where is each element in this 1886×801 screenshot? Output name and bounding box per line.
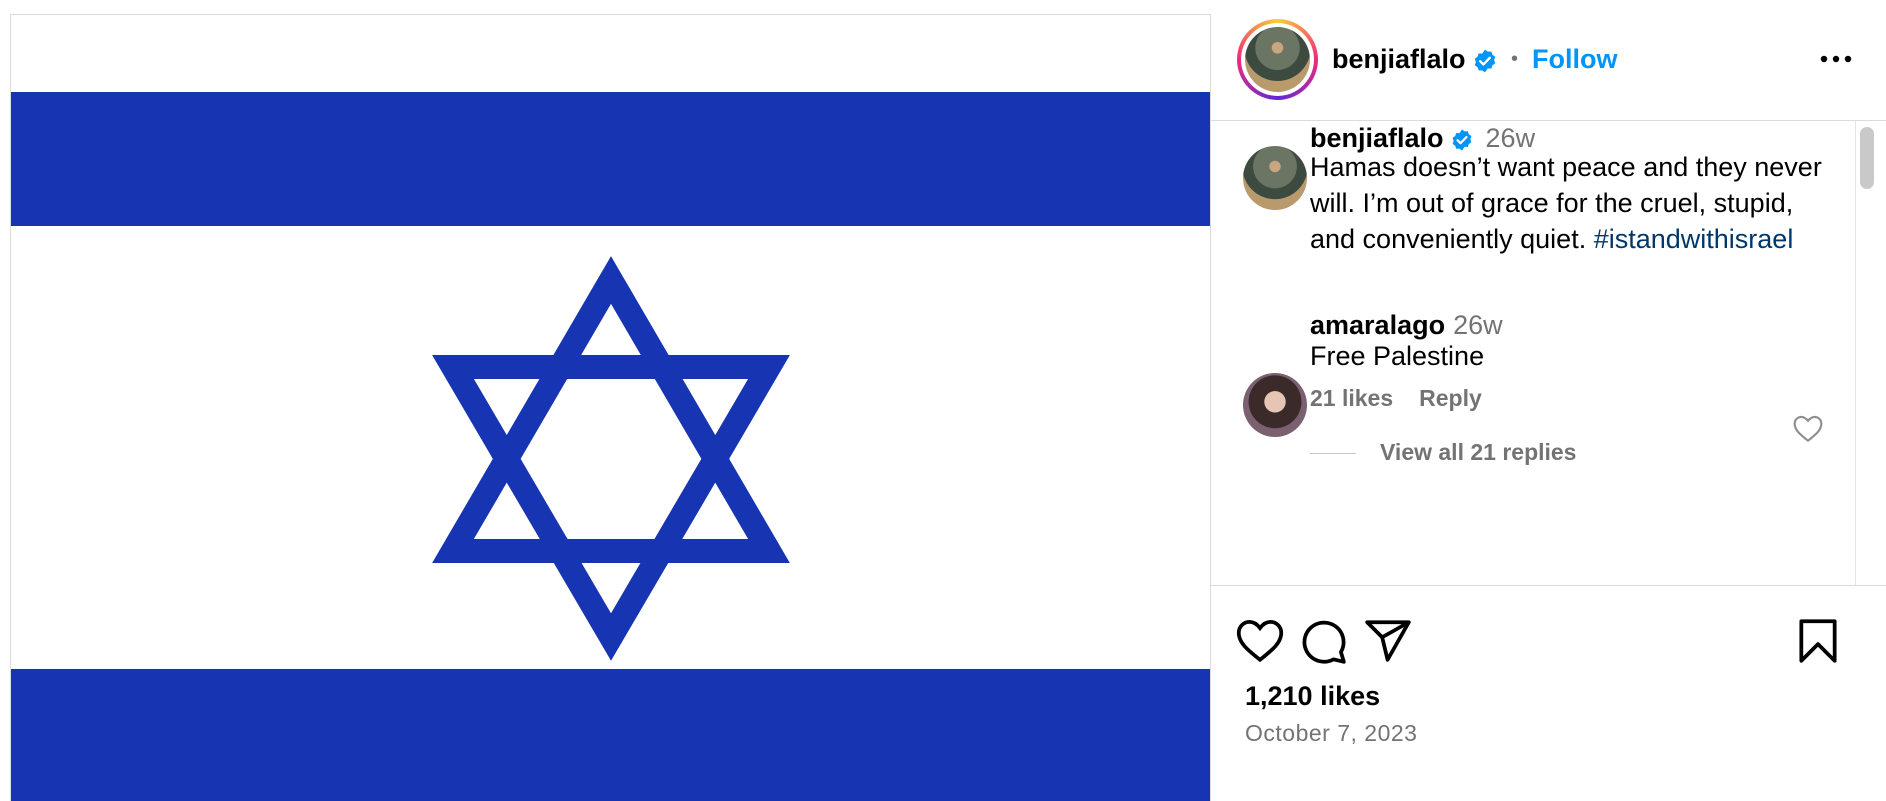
caption-author-avatar[interactable] — [1243, 146, 1307, 210]
comment-likes-count[interactable]: 21 likes — [1310, 385, 1393, 411]
post-actions: 1,210 likes October 7, 2023 — [1210, 586, 1886, 800]
flag-image — [11, 15, 1210, 801]
comment-header: amaralago 26w — [1310, 308, 1503, 342]
comments-section[interactable]: benjiaflalo 26w Hamas doesn’t want peace… — [1210, 121, 1886, 586]
comment-meta: 21 likes Reply — [1310, 385, 1508, 412]
post-header: benjiaflalo • Follow — [1210, 0, 1886, 121]
follow-button[interactable]: Follow — [1532, 42, 1617, 76]
reply-button[interactable]: Reply — [1419, 385, 1482, 411]
caption-text-block: Hamas doesn’t want peace and they never … — [1310, 149, 1830, 257]
caption-hashtag[interactable]: #istandwithisrael — [1594, 224, 1794, 254]
more-options-icon[interactable] — [1816, 44, 1856, 74]
scrollbar-thumb[interactable] — [1860, 127, 1874, 189]
comment-like-heart-icon[interactable] — [1792, 413, 1824, 443]
replies-divider-line — [1310, 453, 1356, 455]
header-separator: • — [1511, 48, 1519, 70]
comment-text: Free Palestine — [1310, 341, 1485, 371]
post-media — [10, 14, 1211, 801]
post-date[interactable]: October 7, 2023 — [1245, 720, 1417, 747]
verified-badge-icon — [1474, 49, 1495, 73]
author-username[interactable]: benjiaflalo — [1332, 44, 1466, 74]
paper-plane-icon[interactable] — [1363, 616, 1413, 666]
comment-author[interactable]: amaralago — [1310, 310, 1445, 340]
view-replies-button[interactable]: View all 21 replies — [1310, 439, 1576, 466]
post-side-panel: benjiaflalo • Follow benjiaflalo 26w Ham… — [1210, 0, 1886, 800]
commenter-avatar[interactable] — [1243, 373, 1307, 437]
flag-bottom-stripe — [11, 669, 1210, 801]
scrollbar-track[interactable] — [1855, 121, 1856, 585]
author-username-row[interactable]: benjiaflalo — [1332, 42, 1498, 76]
view-replies-label[interactable]: View all 21 replies — [1380, 439, 1576, 465]
bookmark-icon[interactable] — [1793, 616, 1843, 666]
comment-timestamp[interactable]: 26w — [1453, 310, 1503, 340]
likes-count[interactable]: 1,210 likes — [1245, 681, 1380, 712]
flag-top-stripe — [11, 92, 1210, 226]
author-avatar[interactable] — [1245, 27, 1310, 92]
comment-bubble-icon[interactable] — [1298, 616, 1348, 666]
heart-icon[interactable] — [1235, 616, 1285, 666]
author-avatar-story-ring[interactable] — [1237, 19, 1318, 100]
